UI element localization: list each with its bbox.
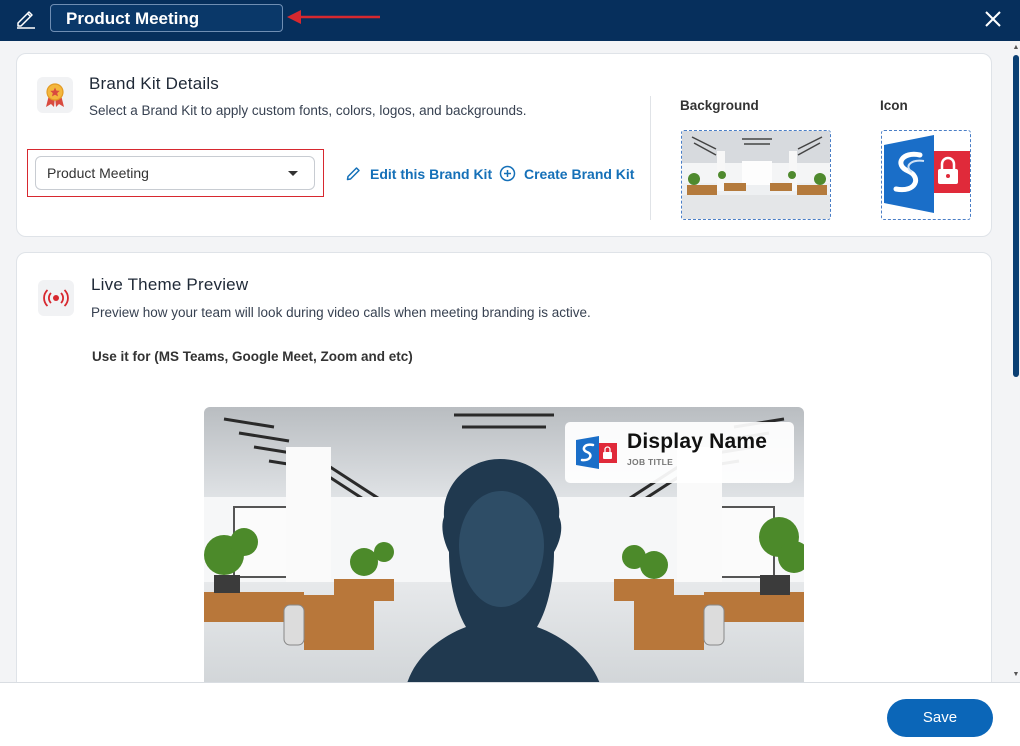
display-name-card: Display Name JOB TITLE [565, 422, 794, 483]
chevron-down-icon [288, 171, 298, 176]
job-title-text: JOB TITLE [627, 457, 674, 467]
edit-brand-kit-link[interactable]: Edit this Brand Kit [345, 165, 492, 182]
scroll-up-icon[interactable]: ▲ [1012, 44, 1020, 52]
background-label: Background [680, 98, 759, 113]
close-icon[interactable] [982, 8, 1004, 30]
background-thumbnail[interactable] [681, 130, 831, 220]
pencil-icon[interactable] [14, 6, 38, 30]
scroll-down-icon[interactable]: ▼ [1012, 671, 1020, 679]
brand-kit-card: Brand Kit Details Select a Brand Kit to … [16, 53, 992, 237]
icon-label: Icon [880, 98, 908, 113]
brand-icon-thumbnail[interactable] [881, 130, 971, 220]
brand-kit-select[interactable]: Product Meeting [35, 156, 315, 190]
meeting-title-input[interactable]: Product Meeting [50, 4, 283, 32]
save-button[interactable]: Save [887, 699, 993, 737]
create-brand-kit-label: Create Brand Kit [524, 166, 635, 182]
brand-kit-selected-value: Product Meeting [47, 165, 149, 181]
display-name-text: Display Name [627, 430, 768, 453]
dialog-header: Product Meeting [0, 0, 1020, 41]
annotation-arrow [287, 10, 380, 24]
live-preview-description: Preview how your team will look during v… [91, 305, 591, 320]
live-preview-card: Live Theme Preview Preview how your team… [16, 252, 992, 692]
video-call-preview: Display Name JOB TITLE [204, 407, 804, 691]
edit-brand-kit-label: Edit this Brand Kit [370, 166, 493, 182]
dialog-footer: Save [0, 682, 1020, 746]
brand-logo-icon [576, 436, 617, 469]
create-brand-kit-link[interactable]: Create Brand Kit [499, 165, 634, 182]
brand-kit-title: Brand Kit Details [89, 74, 220, 93]
ribbon-award-icon [37, 77, 73, 113]
live-preview-title: Live Theme Preview [91, 275, 249, 294]
scrollbar-thumb[interactable] [1013, 55, 1019, 377]
live-preview-usage: Use it for (MS Teams, Google Meet, Zoom … [92, 349, 413, 364]
pencil-icon [346, 167, 360, 181]
plus-circle-icon [499, 165, 516, 182]
brand-kit-description: Select a Brand Kit to apply custom fonts… [89, 103, 527, 118]
vertical-divider [650, 96, 651, 220]
broadcast-icon [38, 280, 74, 316]
